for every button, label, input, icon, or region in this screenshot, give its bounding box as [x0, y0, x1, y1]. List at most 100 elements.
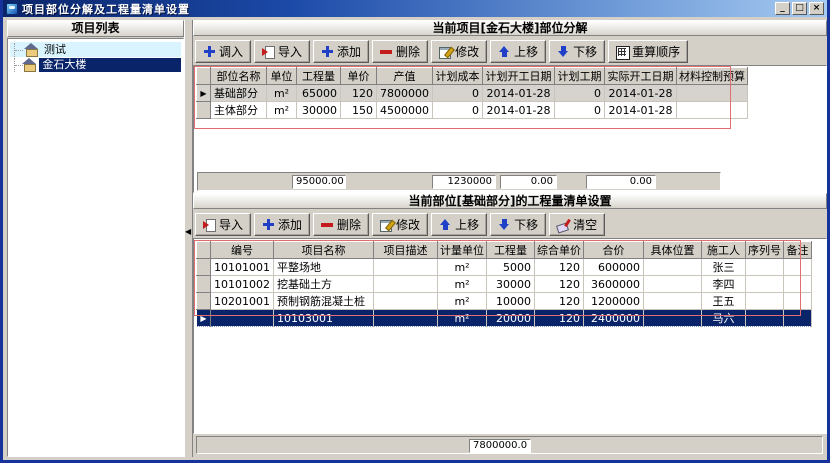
- move-down-button[interactable]: 下移: [490, 213, 546, 236]
- boq-table[interactable]: 编号 项目名称 项目描述 计量单位 工程量 综合单价 合价 具体位置 施工人 序…: [196, 241, 812, 327]
- table-row[interactable]: ▶ 基础部分 m² 65000 120 7800000 0 2014-01-28…: [197, 85, 748, 102]
- row-selector: [197, 293, 211, 310]
- clear-button[interactable]: 清空: [549, 213, 605, 236]
- part-totals-bar: 95000.00 1230000 0.00 0.00: [197, 172, 721, 191]
- delete-button[interactable]: 删除: [313, 213, 369, 236]
- project-list-header: 项目列表: [7, 20, 184, 37]
- col-unit[interactable]: 单位: [267, 68, 297, 85]
- boq-grid-area: 编号 项目名称 项目描述 计量单位 工程量 综合单价 合价 具体位置 施工人 序…: [193, 238, 827, 434]
- col-actual-start[interactable]: 实际开工日期: [605, 68, 677, 85]
- import-button[interactable]: 导入: [195, 213, 251, 236]
- col-item-name[interactable]: 项目名称: [274, 242, 374, 259]
- table-row[interactable]: 10101001 平整场地 m² 5000 120 600000 张三: [197, 259, 812, 276]
- minus-icon: [380, 46, 393, 58]
- project-list-panel: 项目列表 测试 金石大楼: [7, 20, 184, 457]
- boq-toolbar: 导入 添加 删除 修改 上移 下移: [195, 211, 825, 238]
- project-item-jinshi-building[interactable]: 金石大楼: [10, 57, 181, 72]
- panel-splitter[interactable]: ◀: [184, 20, 193, 457]
- modify-button[interactable]: 修改: [431, 40, 487, 63]
- col-part-name[interactable]: 部位名称: [211, 68, 267, 85]
- eraser-icon: [557, 219, 570, 231]
- col-output-value[interactable]: 产值: [377, 68, 433, 85]
- project-item-label: 金石大楼: [39, 58, 181, 72]
- part-decomposition-header: 当前项目[金石大楼]部位分解: [193, 20, 827, 36]
- tree-branch-line: [14, 43, 24, 57]
- project-list: 测试 金石大楼: [7, 38, 184, 457]
- project-item-test[interactable]: 测试: [10, 42, 181, 57]
- main-area: 当前项目[金石大楼]部位分解 调入 导入 添加 删除 修改: [193, 20, 827, 457]
- part-grid-area: 部位名称 单位 工程量 单价 产值 计划成本 计划开工日期 计划工期 实际开工日…: [193, 65, 827, 193]
- total-quantity: 95000.00: [292, 175, 346, 189]
- plus-icon: [262, 219, 275, 231]
- move-up-button[interactable]: 上移: [431, 213, 487, 236]
- boq-table-header-row: 编号 项目名称 项目描述 计量单位 工程量 综合单价 合价 具体位置 施工人 序…: [197, 242, 812, 259]
- row-selector: [197, 102, 211, 119]
- table-row[interactable]: 10101002 挖基础土方 m² 30000 120 3600000 李四: [197, 276, 812, 293]
- close-button[interactable]: ×: [809, 2, 824, 15]
- plus-icon: [321, 46, 334, 58]
- col-material-budget[interactable]: 材料控制预算: [677, 68, 748, 85]
- add-button[interactable]: 添加: [313, 40, 369, 63]
- table-row[interactable]: 主体部分 m² 30000 150 4500000 0 2014-01-28 0…: [197, 102, 748, 119]
- col-serial[interactable]: 序列号: [746, 242, 784, 259]
- move-down-button[interactable]: 下移: [549, 40, 605, 63]
- import-icon: [262, 46, 275, 58]
- col-quantity[interactable]: 工程量: [487, 242, 535, 259]
- minimize-button[interactable]: _: [775, 2, 790, 15]
- row-selector: [197, 259, 211, 276]
- row-selector: [197, 276, 211, 293]
- plus-icon: [203, 46, 216, 58]
- col-location[interactable]: 具体位置: [644, 242, 702, 259]
- table-row-selected[interactable]: ▶ 10103001 m² 20000 120 2400000 马六: [197, 310, 812, 327]
- splitter-collapse-arrow[interactable]: ◀: [185, 228, 191, 236]
- project-item-label: 测试: [41, 43, 69, 57]
- part-toolbar: 调入 导入 添加 删除 修改 上移: [195, 38, 825, 65]
- arrow-up-icon: [439, 219, 452, 231]
- add-button[interactable]: 添加: [254, 213, 310, 236]
- part-table-header-row: 部位名称 单位 工程量 单价 产值 计划成本 计划开工日期 计划工期 实际开工日…: [197, 68, 748, 85]
- col-unit-price[interactable]: 单价: [341, 68, 377, 85]
- col-planned-cost[interactable]: 计划成本: [433, 68, 483, 85]
- import-button[interactable]: 导入: [254, 40, 310, 63]
- minus-icon: [321, 219, 334, 231]
- house-icon: [24, 43, 39, 56]
- boq-settings-header: 当前部位[基础部分]的工程量清单设置: [193, 193, 827, 209]
- arrow-down-icon: [557, 46, 570, 58]
- title-bar[interactable]: 项目部位分解及工程量清单设置 _ □ ×: [3, 0, 827, 17]
- col-comp-unit-price[interactable]: 综合单价: [535, 242, 584, 259]
- col-measure-unit[interactable]: 计量单位: [438, 242, 487, 259]
- delete-button[interactable]: 删除: [372, 40, 428, 63]
- app-icon: [6, 3, 18, 15]
- window-title: 项目部位分解及工程量清单设置: [22, 1, 190, 17]
- col-planned-duration[interactable]: 计划工期: [555, 68, 605, 85]
- col-constructor[interactable]: 施工人: [702, 242, 746, 259]
- col-total-price[interactable]: 合价: [584, 242, 644, 259]
- col-code[interactable]: 编号: [211, 242, 274, 259]
- total-output-value: 1230000: [432, 175, 496, 189]
- table-row[interactable]: 10201001 预制钢筋混凝土桩 m² 10000 120 1200000 王…: [197, 293, 812, 310]
- arrow-down-icon: [498, 219, 511, 231]
- recalc-order-button[interactable]: 重算顺序: [608, 40, 688, 63]
- edit-notebook-icon: [439, 46, 452, 58]
- grid-calc-icon: [616, 46, 629, 58]
- house-icon: [22, 58, 37, 71]
- col-quantity[interactable]: 工程量: [297, 68, 341, 85]
- load-button[interactable]: 调入: [195, 40, 251, 63]
- part-table[interactable]: 部位名称 单位 工程量 单价 产值 计划成本 计划开工日期 计划工期 实际开工日…: [196, 67, 748, 119]
- total-planned-duration: 0.00: [586, 175, 656, 189]
- app-window: 项目部位分解及工程量清单设置 _ □ × 项目列表 测试 金石大楼 ◀: [0, 0, 830, 463]
- arrow-up-icon: [498, 46, 511, 58]
- boq-totals-bar: 7800000.0: [196, 436, 823, 454]
- col-planned-start[interactable]: 计划开工日期: [483, 68, 555, 85]
- col-remark[interactable]: 备注: [784, 242, 812, 259]
- tree-branch-line: [14, 58, 22, 72]
- current-row-marker: ▶: [197, 85, 211, 102]
- maximize-button[interactable]: □: [792, 2, 807, 15]
- import-icon: [203, 219, 216, 231]
- move-up-button[interactable]: 上移: [490, 40, 546, 63]
- col-item-desc[interactable]: 项目描述: [374, 242, 438, 259]
- row-selector-header: [197, 242, 211, 259]
- edit-notebook-icon: [380, 219, 393, 231]
- modify-button[interactable]: 修改: [372, 213, 428, 236]
- total-price-sum: 7800000.0: [469, 439, 531, 453]
